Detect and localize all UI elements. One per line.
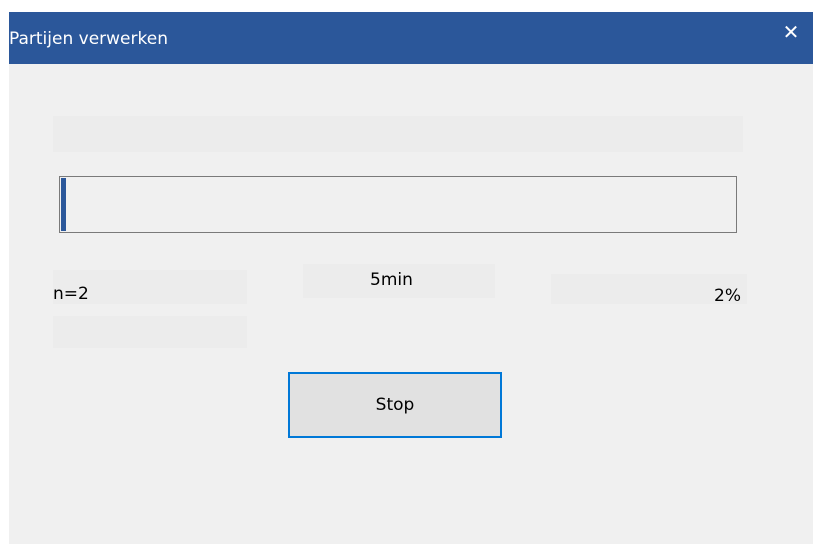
close-icon[interactable]: ✕ <box>769 12 813 52</box>
status-panel-top <box>53 116 743 152</box>
progress-bar-fill <box>61 178 66 231</box>
count-label: n=2 <box>53 284 89 304</box>
window-title: Partijen verwerken <box>9 29 168 49</box>
progress-bar <box>59 176 737 233</box>
count-panel-lower <box>53 316 247 348</box>
title-bar[interactable]: Partijen verwerken ✕ <box>9 12 813 64</box>
stop-button[interactable]: Stop <box>288 372 502 438</box>
percent-label: 2% <box>714 286 741 306</box>
time-label: 5min <box>370 270 413 290</box>
progress-dialog: Partijen verwerken ✕ n=2 5min 2% Stop <box>9 12 813 544</box>
